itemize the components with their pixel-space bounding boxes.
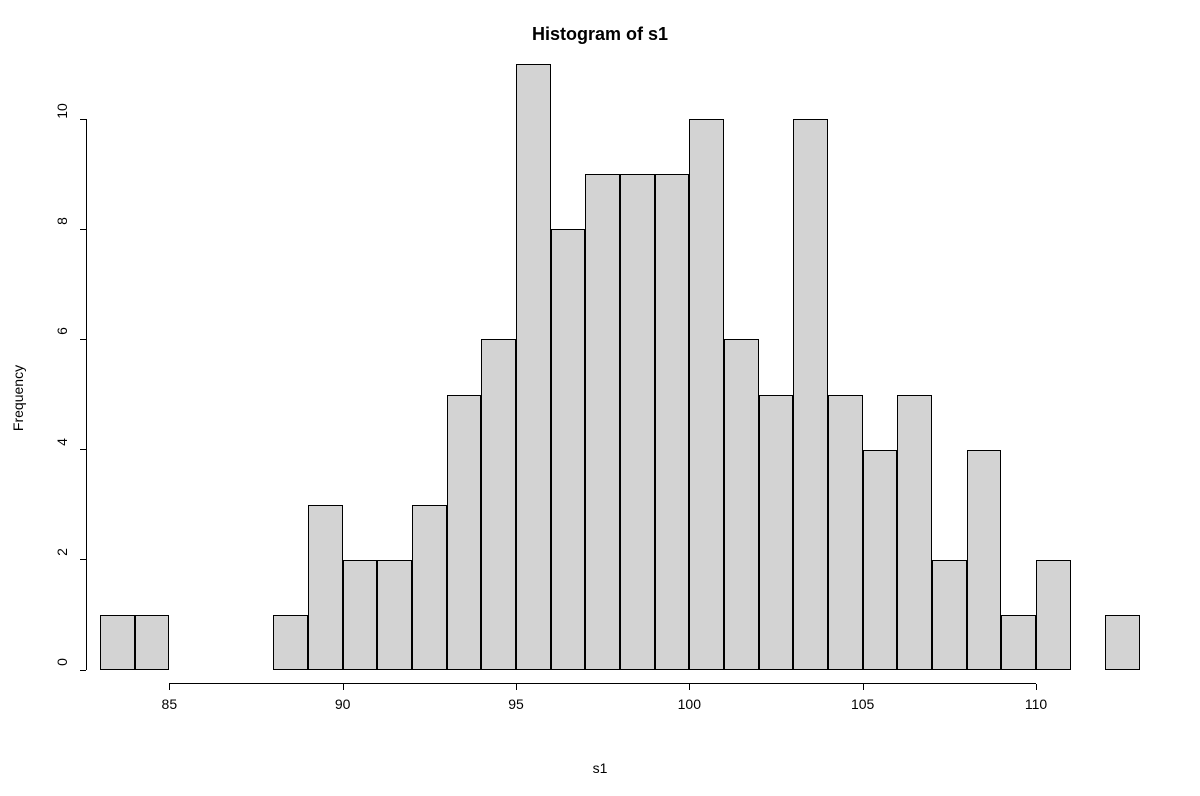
- histogram-bar: [551, 229, 586, 670]
- histogram-bar: [1001, 615, 1036, 670]
- plot-area: 0246810 859095100105110: [100, 90, 1140, 670]
- histogram-bar: [863, 450, 898, 670]
- histogram-bar: [932, 560, 967, 670]
- histogram-bar: [100, 615, 135, 670]
- histogram-bar: [135, 615, 170, 670]
- histogram-bar: [308, 505, 343, 670]
- histogram-bar: [689, 119, 724, 670]
- histogram-bar: [655, 174, 690, 670]
- y-tick-label: 2: [54, 548, 70, 556]
- x-tick-label: 85: [162, 696, 178, 712]
- y-tick-label: 4: [54, 438, 70, 446]
- x-tick-label: 100: [678, 696, 701, 712]
- x-tick-label: 110: [1025, 696, 1047, 712]
- histogram-bar: [828, 395, 863, 671]
- histogram-bar: [481, 339, 516, 670]
- x-tick-label: 90: [335, 696, 351, 712]
- chart-title: Histogram of s1: [0, 24, 1200, 45]
- histogram-bar: [1036, 560, 1071, 670]
- histogram-bar: [343, 560, 378, 670]
- histogram-bar: [897, 395, 932, 671]
- histogram-bar: [793, 119, 828, 670]
- histogram-bar: [759, 395, 794, 671]
- histogram-bar: [377, 560, 412, 670]
- y-tick-label: 0: [54, 658, 70, 666]
- histogram-bar: [1105, 615, 1140, 670]
- histogram-bar: [724, 339, 759, 670]
- histogram-bar: [620, 174, 655, 670]
- histogram-bar: [585, 174, 620, 670]
- x-tick-label: 95: [508, 696, 524, 712]
- histogram-bar: [273, 615, 308, 670]
- y-tick-label: 8: [54, 217, 70, 225]
- histogram-chart: Histogram of s1 Frequency s1 0246810 859…: [0, 0, 1200, 796]
- histogram-bar: [447, 395, 482, 671]
- y-axis-label: Frequency: [10, 365, 26, 431]
- y-tick-label: 6: [54, 328, 70, 336]
- y-tick-label: 10: [54, 103, 70, 119]
- bars-container: [100, 90, 1140, 670]
- histogram-bar: [412, 505, 447, 670]
- histogram-bar: [516, 64, 551, 670]
- histogram-bar: [967, 450, 1002, 670]
- x-axis-label: s1: [0, 760, 1200, 776]
- x-tick-label: 105: [851, 696, 874, 712]
